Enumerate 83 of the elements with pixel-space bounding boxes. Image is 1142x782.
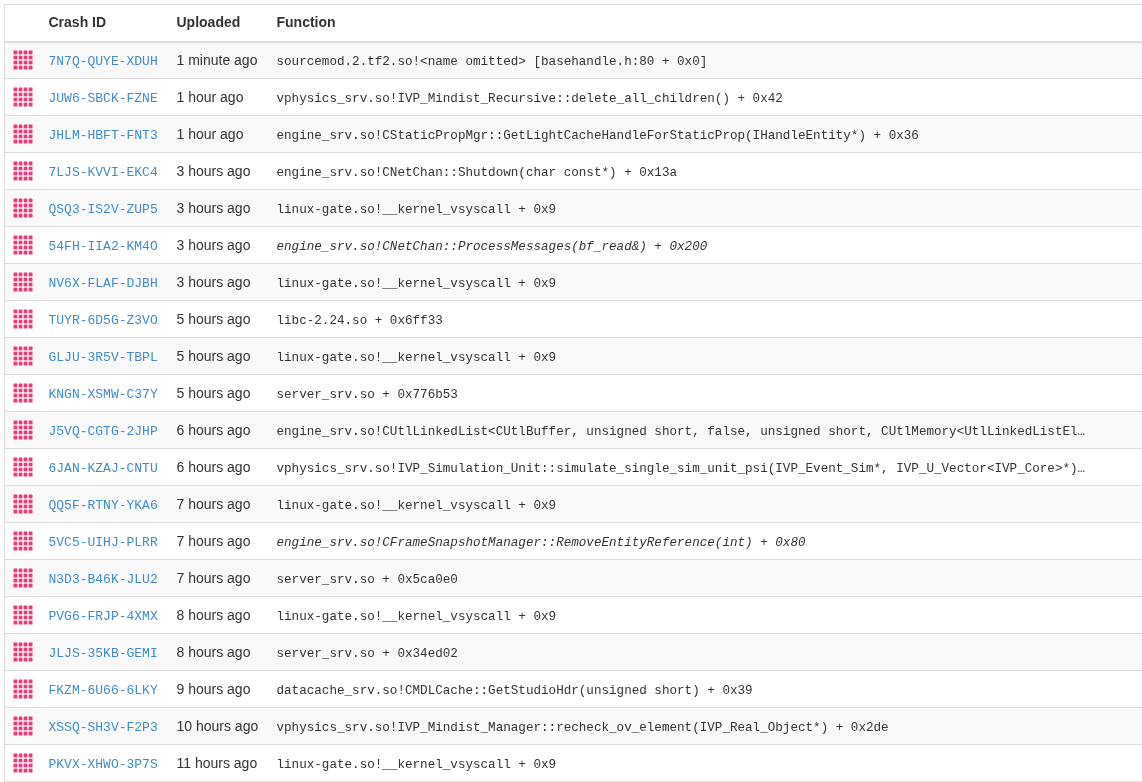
function-name: engine_srv.so!CNetChan::Shutdown(char const*) + 0x13a [276,166,678,180]
function-name: sourcemod.2.tf2.so!<name omitted> [basehandle.h:80 + 0x0] [276,55,708,70]
crash-id-link[interactable]: QSQ3-IS2V-ZUP5 [48,202,158,217]
identicon-icon [13,642,33,662]
function-name: linux-gate.so!__kernel_vsyscall + 0x9 [276,758,557,772]
identicon-icon [13,605,33,625]
crash-id-link[interactable]: QQ5F-RTNY-YKA6 [48,498,158,513]
crash-id-link[interactable]: JHLM-HBFT-FNT3 [48,128,158,143]
function-name: vphysics_srv.so!IVP_Mindist_Recursive::delete_all_children() + 0x42 [276,92,783,106]
function-name: linux-gate.so!__kernel_vsyscall + 0x9 [276,203,557,217]
crash-id-link[interactable]: 6JAN-KZAJ-CNTU [48,461,158,476]
upload-time: 5 hours ago [176,311,251,327]
function-name: engine_srv.so!CUtlLinkedList<CUtlBuffer, unsigned short, false, unsigned short, CUtlMemory<UtlLinkedListEl… [276,425,1086,439]
function-name: libc-2.24.so + 0x6ff33 [276,314,443,328]
crash-id-link[interactable]: TUYR-6D5G-Z3VO [48,313,158,328]
upload-time: 6 hours ago [176,422,251,438]
crash-id-link[interactable]: 54FH-IIA2-KM4O [48,239,158,254]
upload-time: 7 hours ago [176,570,251,586]
identicon-icon [13,198,33,218]
crash-id-link[interactable]: 5VC5-UIHJ-PLRR [48,535,158,550]
column-header: Crash ID [48,14,107,31]
identicon-icon [13,50,33,71]
crash-id-link[interactable]: PVG6-FRJP-4XMX [48,609,158,624]
crash-id-link[interactable]: GLJU-3R5V-TBPL [48,350,158,365]
identicon-icon [13,235,33,255]
upload-time: 7 hours ago [176,533,251,549]
function-name: vphysics_srv.so!IVP_Simulation_Unit::simulate_single_sim_unit_psi(IVP_Event_Sim*, IVP_U_Vector<IVP_Core>*)… [276,462,1086,476]
function-name: server_srv.so + 0x776b53 [276,388,458,402]
function-name: engine_srv.so!CFrameSnapshotManager::RemoveEntityReference(int) + 0x80 [276,536,806,550]
identicon-icon [13,568,33,588]
identicon-icon [13,716,33,736]
identicon-icon [13,309,33,329]
upload-time: 3 hours ago [176,200,251,216]
function-name: datacache_srv.so!CMDLCache::GetStudioHdr(unsigned short) + 0x39 [276,684,753,698]
identicon-icon [13,457,33,477]
function-name: linux-gate.so!__kernel_vsyscall + 0x9 [276,499,557,513]
crash-id-link[interactable]: JUW6-SBCK-FZNE [48,91,158,106]
function-name: engine_srv.so!CNetChan::ProcessMessages(bf_read&) + 0x200 [276,240,708,254]
crash-id-link[interactable]: 7LJS-KVVI-EKC4 [48,165,158,180]
function-name: server_srv.so + 0x34ed02 [276,647,458,661]
column-header: Function [276,14,336,31]
function-name: server_srv.so + 0x5ca0e0 [276,573,458,587]
upload-time: 8 hours ago [176,644,251,660]
upload-time: 1 hour ago [176,89,244,105]
upload-time: 6 hours ago [176,459,251,475]
function-name: linux-gate.so!__kernel_vsyscall + 0x9 [276,277,557,291]
upload-time: 8 hours ago [176,607,251,623]
function-name: engine_srv.so!CStaticPropMgr::GetLightCacheHandleForStaticProp(IHandleEntity*) + 0x36 [276,129,919,143]
upload-time: 11 hours ago [176,755,258,771]
upload-time: 1 minute ago [176,52,258,69]
upload-time: 7 hours ago [176,496,251,512]
identicon-icon [13,346,33,366]
identicon-icon [13,87,33,107]
function-name: linux-gate.so!__kernel_vsyscall + 0x9 [276,351,557,365]
identicon-icon [13,753,33,773]
identicon-icon [13,272,33,292]
upload-time: 3 hours ago [176,237,251,253]
identicon-icon [13,420,33,440]
upload-time: 3 hours ago [176,274,251,290]
crash-id-link[interactable]: KNGN-XSMW-C37Y [48,387,158,402]
crash-id-link[interactable]: JLJS-35KB-GEMI [48,646,158,661]
identicon-icon [13,531,33,551]
upload-time: 9 hours ago [176,681,251,697]
identicon-icon [13,124,33,144]
identicon-icon [13,494,33,514]
identicon-icon [13,679,33,699]
crash-id-link[interactable]: XSSQ-SH3V-F2P3 [48,720,158,735]
upload-time: 3 hours ago [176,163,251,179]
crash-id-link[interactable]: J5VQ-CGTG-2JHP [48,424,158,439]
upload-time: 10 hours ago [176,718,259,734]
identicon-icon [13,383,33,403]
function-name: vphysics_srv.so!IVP_Mindist_Manager::recheck_ov_element(IVP_Real_Object*) + 0x2de [276,721,889,735]
crash-id-link[interactable]: 7N7Q-QUYE-XDUH [48,54,158,70]
upload-time: 5 hours ago [176,385,251,401]
crash-id-link[interactable]: FKZM-6U66-6LKY [48,683,158,698]
upload-time: 1 hour ago [176,126,244,142]
crash-id-link[interactable]: PKVX-XHWO-3P7S [48,757,158,772]
crash-id-link[interactable]: N3D3-B46K-JLU2 [48,572,158,587]
crash-id-link[interactable]: NV6X-FLAF-DJBH [48,276,158,291]
identicon-icon [13,161,33,181]
column-header: Uploaded [176,14,241,31]
function-name: linux-gate.so!__kernel_vsyscall + 0x9 [276,610,557,624]
upload-time: 5 hours ago [176,348,251,364]
